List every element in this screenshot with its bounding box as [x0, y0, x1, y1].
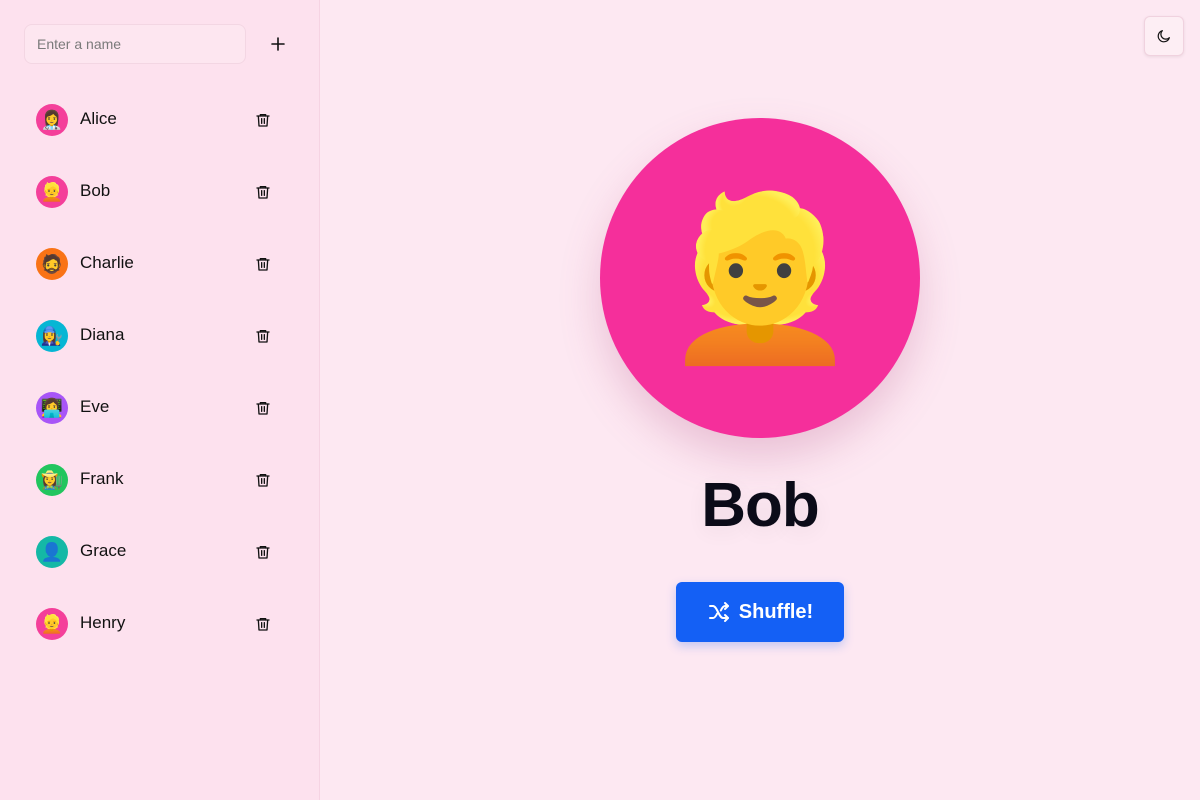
person-name: Frank	[80, 469, 124, 488]
person-avatar: 👩‍💻	[36, 392, 68, 424]
person-avatar: 👱	[36, 608, 68, 640]
person-avatar: 👤	[36, 536, 68, 568]
add-person-row	[24, 24, 296, 64]
person-avatar-emoji: 🧔	[40, 254, 64, 274]
selected-avatar: 👱	[600, 118, 920, 438]
add-person-button[interactable]	[262, 28, 294, 60]
person-avatar-emoji: 👱	[40, 614, 64, 634]
person-name: Charlie	[80, 253, 134, 272]
app: 👩‍⚕️ Alice 👱 Bob 🧔 Charlie 👩‍🔧 Diana 👩‍💻 Eve 👩‍🌾 Fr…	[0, 0, 1200, 800]
person-item[interactable]: 👩‍⚕️ Alice	[24, 84, 296, 156]
person-avatar-emoji: 👩‍🌾	[40, 470, 64, 490]
trash-icon	[256, 618, 270, 631]
person-name: Alice	[80, 109, 117, 128]
person-item[interactable]: 👩‍💻 Eve	[24, 372, 296, 444]
delete-person-button[interactable]	[251, 396, 275, 420]
name-input[interactable]	[24, 24, 246, 64]
person-name: Henry	[80, 613, 126, 632]
trash-icon	[256, 114, 270, 127]
person-avatar-emoji: 👩‍⚕️	[40, 110, 64, 130]
person-name: Eve	[80, 397, 110, 416]
person-avatar: 👩‍⚕️	[36, 104, 68, 136]
person-name: Grace	[80, 541, 127, 560]
person-item[interactable]: 👤 Grace	[24, 516, 296, 588]
trash-icon	[256, 546, 270, 559]
trash-icon	[256, 402, 270, 415]
person-avatar: 👩‍🔧	[36, 320, 68, 352]
trash-icon	[256, 186, 270, 199]
person-name: Bob	[80, 181, 111, 200]
shuffle-button-label: Shuffle!	[738, 600, 814, 623]
person-avatar: 👩‍🌾	[36, 464, 68, 496]
delete-person-button[interactable]	[251, 252, 275, 276]
trash-icon	[256, 258, 270, 271]
delete-person-button[interactable]	[251, 180, 275, 204]
delete-person-button[interactable]	[251, 540, 275, 564]
person-item[interactable]: 🧔 Charlie	[24, 228, 296, 300]
moon-icon	[1157, 30, 1170, 43]
selected-name: Bob	[701, 471, 820, 540]
person-item[interactable]: 👱 Bob	[24, 156, 296, 228]
shuffle-icon	[708, 602, 729, 622]
person-avatar-emoji: 👱	[40, 182, 64, 202]
people-list: 👩‍⚕️ Alice 👱 Bob 🧔 Charlie 👩‍🔧 Diana 👩‍💻 Eve 👩‍🌾 Fr…	[24, 84, 296, 660]
person-item[interactable]: 👩‍🔧 Diana	[24, 300, 296, 372]
person-avatar: 👱	[36, 176, 68, 208]
person-item[interactable]: 👱 Henry	[24, 588, 296, 660]
delete-person-button[interactable]	[251, 108, 275, 132]
delete-person-button[interactable]	[251, 324, 275, 348]
delete-person-button[interactable]	[251, 468, 275, 492]
sidebar: 👩‍⚕️ Alice 👱 Bob 🧔 Charlie 👩‍🔧 Diana 👩‍💻 Eve 👩‍🌾 Fr…	[0, 0, 320, 800]
shuffle-button[interactable]: Shuffle!	[676, 582, 844, 642]
plus-icon	[271, 37, 285, 51]
person-avatar-emoji: 👩‍🔧	[40, 326, 64, 346]
person-item[interactable]: 👩‍🌾 Frank	[24, 444, 296, 516]
main-panel: 👱 Bob Shuffle!	[320, 0, 1200, 800]
person-avatar-emoji: 👩‍💻	[40, 398, 64, 418]
selected-avatar-emoji: 👱	[660, 188, 860, 367]
person-avatar-emoji: 👤	[40, 542, 64, 562]
theme-toggle-button[interactable]	[1144, 16, 1184, 56]
person-name: Diana	[80, 325, 125, 344]
person-avatar: 🧔	[36, 248, 68, 280]
trash-icon	[256, 474, 270, 487]
trash-icon	[256, 330, 270, 343]
delete-person-button[interactable]	[251, 612, 275, 636]
